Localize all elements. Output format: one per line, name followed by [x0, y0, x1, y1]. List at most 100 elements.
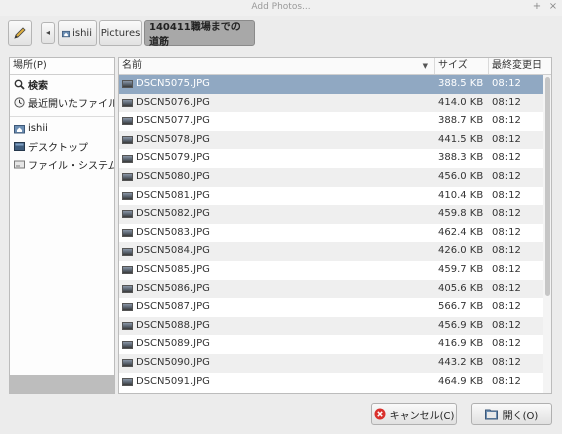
image-thumbnail-icon [122, 136, 133, 145]
column-header-modified[interactable]: 最終変更日 [489, 58, 543, 74]
column-header-size[interactable]: サイズ [435, 58, 489, 74]
file-modified: 08:12 [492, 152, 521, 164]
column-header-name[interactable]: 名前 ▼ [119, 58, 435, 74]
file-list: 名前 ▼ サイズ 最終変更日 DSCN5075.JPG 388.5 KB 08:12… [118, 57, 552, 394]
place-filesystem-label: ファイル・システム [28, 160, 114, 172]
file-size: 456.0 KB [438, 170, 484, 182]
filesystem-drive-icon [13, 158, 25, 170]
image-thumbnail-icon [122, 340, 133, 349]
file-name: DSCN5088.JPG [136, 319, 210, 331]
file-modified: 08:12 [492, 189, 521, 201]
image-thumbnail-icon [122, 359, 133, 368]
cancel-button[interactable]: キャンセル(C) [371, 403, 457, 425]
crumb-home-label: ishii [72, 27, 92, 39]
file-row[interactable]: DSCN5078.JPG 441.5 KB 08:12 [119, 130, 551, 150]
image-thumbnail-icon [122, 117, 133, 126]
cancel-button-label: キャンセル(C) [389, 410, 455, 422]
home-folder-icon [13, 122, 25, 134]
file-modified: 08:12 [492, 78, 521, 89]
path-back-button[interactable]: ◂ [41, 22, 55, 44]
file-name-cell: DSCN5077.JPG [122, 112, 432, 131]
place-desktop-label: デスクトップ [28, 142, 88, 154]
column-header-name-label: 名前 [122, 60, 142, 71]
file-modified: 08:12 [492, 208, 521, 220]
scrollbar-thumb[interactable] [545, 77, 550, 296]
file-list-header: 名前 ▼ サイズ 最終変更日 [119, 58, 551, 75]
places-header[interactable]: 場所(P) [10, 58, 114, 75]
file-modified: 08:12 [492, 226, 521, 238]
file-row[interactable]: DSCN5075.JPG 388.5 KB 08:12 [119, 75, 551, 94]
file-size: 416.9 KB [438, 338, 484, 350]
file-size: 441.5 KB [438, 133, 484, 145]
place-recent[interactable]: 最近開いたファイル [10, 93, 114, 111]
file-row[interactable]: DSCN5088.JPG 456.9 KB 08:12 [119, 316, 551, 336]
image-thumbnail-icon [122, 98, 133, 107]
file-size: 410.4 KB [438, 189, 484, 201]
file-row[interactable]: DSCN5084.JPG 426.0 KB 08:12 [119, 242, 551, 261]
file-row[interactable]: DSCN5086.JPG 405.6 KB 08:12 [119, 279, 551, 299]
file-size: 388.7 KB [438, 115, 484, 127]
file-row[interactable]: DSCN5089.JPG 416.9 KB 08:12 [119, 335, 551, 354]
pin-icon[interactable]: + [531, 1, 543, 13]
file-name-cell: DSCN5087.JPG [122, 298, 432, 317]
image-thumbnail-icon [122, 266, 133, 275]
file-name: DSCN5085.JPG [136, 263, 210, 275]
file-name: DSCN5076.JPG [136, 96, 210, 108]
file-name: DSCN5078.JPG [136, 133, 210, 145]
crumb-pictures[interactable]: Pictures [99, 20, 142, 46]
file-row[interactable]: DSCN5090.JPG 443.2 KB 08:12 [119, 353, 551, 373]
file-name-cell: DSCN5082.JPG [122, 205, 432, 224]
place-home[interactable]: ishii [10, 119, 114, 137]
file-name-cell: DSCN5085.JPG [122, 261, 432, 280]
file-name: DSCN5086.JPG [136, 282, 210, 294]
file-row[interactable]: DSCN5080.JPG 456.0 KB 08:12 [119, 167, 551, 187]
file-name-cell: DSCN5090.JPG [122, 354, 432, 373]
file-name: DSCN5083.JPG [136, 226, 210, 238]
file-name-cell: DSCN5076.JPG [122, 94, 432, 113]
close-icon[interactable]: × [547, 1, 559, 13]
file-modified: 08:12 [492, 356, 521, 368]
file-name: DSCN5084.JPG [136, 245, 210, 257]
file-row[interactable]: DSCN5083.JPG 462.4 KB 08:12 [119, 224, 551, 243]
file-name: DSCN5079.JPG [136, 152, 210, 164]
file-size: 459.8 KB [438, 208, 484, 220]
file-modified: 08:12 [492, 338, 521, 350]
place-filesystem[interactable]: ファイル・システム [10, 155, 114, 173]
search-icon [13, 78, 25, 90]
file-row[interactable]: DSCN5091.JPG 464.9 KB 08:12 [119, 373, 551, 392]
file-row[interactable]: DSCN5085.JPG 459.7 KB 08:12 [119, 261, 551, 280]
edit-location-button[interactable] [8, 20, 32, 46]
file-row[interactable]: DSCN5079.JPG 388.3 KB 08:12 [119, 149, 551, 168]
crumb-home[interactable]: ishii [58, 20, 97, 46]
open-button[interactable]: 開く(O) [471, 403, 552, 425]
places-panel: 場所(P) 検索 最近開いたファイル ishii デスクトップ ファイル・システ… [9, 57, 115, 394]
image-thumbnail-icon [122, 247, 133, 256]
file-modified: 08:12 [492, 170, 521, 182]
file-row[interactable]: DSCN5081.JPG 410.4 KB 08:12 [119, 187, 551, 206]
file-name-cell: DSCN5078.JPG [122, 131, 432, 150]
file-size: 388.3 KB [438, 152, 484, 164]
image-thumbnail-icon [122, 191, 133, 200]
image-thumbnail-icon [122, 80, 133, 89]
file-size: 456.9 KB [438, 319, 484, 331]
file-modified: 08:12 [492, 375, 521, 387]
crumb-current-folder[interactable]: 140411職場までの道筋 [144, 20, 255, 48]
image-thumbnail-icon [122, 210, 133, 219]
place-search[interactable]: 検索 [10, 75, 114, 93]
file-name: DSCN5081.JPG [136, 189, 210, 201]
cancel-icon [374, 408, 386, 420]
file-row[interactable]: DSCN5076.JPG 414.0 KB 08:12 [119, 93, 551, 113]
file-size: 459.7 KB [438, 263, 484, 275]
file-name: DSCN5082.JPG [136, 208, 210, 220]
file-row[interactable]: DSCN5077.JPG 388.7 KB 08:12 [119, 112, 551, 131]
file-modified: 08:12 [492, 282, 521, 294]
places-footer [10, 375, 114, 393]
file-row[interactable]: DSCN5082.JPG 459.8 KB 08:12 [119, 205, 551, 224]
open-folder-icon [484, 408, 499, 420]
desktop-icon [13, 140, 25, 152]
file-name-cell: DSCN5088.JPG [122, 317, 432, 336]
image-thumbnail-icon [122, 154, 133, 163]
file-row[interactable]: DSCN5087.JPG 566.7 KB 08:12 [119, 298, 551, 317]
place-home-label: ishii [28, 122, 48, 134]
place-desktop[interactable]: デスクトップ [10, 137, 114, 155]
